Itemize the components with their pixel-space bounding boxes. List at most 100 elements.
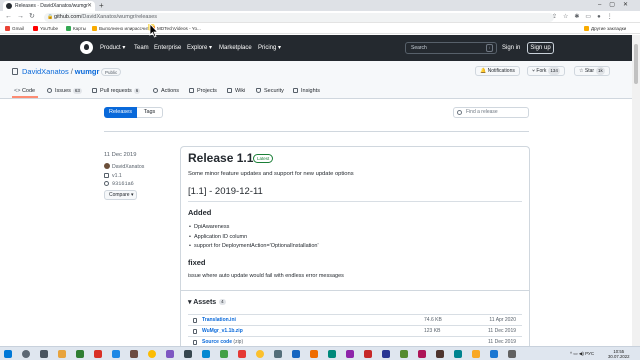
- repo-name-link[interactable]: wumgr: [75, 67, 100, 76]
- bookmark-folder[interactable]: Выполнено илирассчит...: [92, 23, 152, 34]
- start-icon[interactable]: [4, 350, 12, 358]
- repo-owner-link[interactable]: DavidXanatos: [22, 67, 69, 76]
- nav-explore[interactable]: Explore ▾: [187, 35, 212, 61]
- chrome-icon[interactable]: [148, 350, 156, 358]
- app-icon[interactable]: [220, 350, 228, 358]
- extension-icons[interactable]: ⇪☆✱▭●⋮: [552, 11, 619, 23]
- back-icon[interactable]: ←: [5, 11, 12, 23]
- app-icon[interactable]: [166, 350, 174, 358]
- nav-product[interactable]: Product ▾: [100, 35, 125, 61]
- reload-icon[interactable]: ↻: [29, 11, 35, 23]
- code-icon: <>: [14, 88, 22, 94]
- app-icon[interactable]: [490, 350, 498, 358]
- compare-button[interactable]: Compare ▾: [104, 190, 137, 200]
- window-controls[interactable]: –▢✕: [598, 0, 636, 11]
- issue-icon: [47, 88, 52, 93]
- app-icon[interactable]: [274, 350, 282, 358]
- app-icon[interactable]: [346, 350, 354, 358]
- mouse-cursor-icon: [148, 24, 159, 38]
- app-icon[interactable]: [310, 350, 318, 358]
- tags-button[interactable]: Tags: [137, 107, 163, 118]
- bookmark-maps[interactable]: Карты: [66, 23, 86, 34]
- release-title[interactable]: Release 1.1: [188, 151, 253, 165]
- asset-format: (zip): [233, 339, 244, 345]
- app-icon[interactable]: [400, 350, 408, 358]
- close-tab-icon[interactable]: ✕: [87, 1, 92, 11]
- nav-marketplace[interactable]: Marketplace: [219, 35, 252, 61]
- terminal-icon[interactable]: [184, 350, 192, 358]
- forward-icon[interactable]: →: [17, 11, 24, 23]
- tab-insights[interactable]: Insights: [293, 85, 320, 97]
- bookmark-gmail[interactable]: Gmail: [5, 23, 24, 34]
- bookmark-other[interactable]: Другие закладки: [584, 23, 626, 34]
- assets-toggle[interactable]: ▾ Assets 4: [188, 298, 226, 306]
- app-icon[interactable]: [454, 350, 462, 358]
- fork-button[interactable]: ⑂ Fork 134: [527, 66, 565, 76]
- fixed-heading: fixed: [188, 258, 206, 267]
- asset-row[interactable]: WuMgr_v1.1b.zip 123 KB 11 Dec 2019: [188, 325, 522, 335]
- release-notes-heading: [1.1] - 2019-12-11: [188, 186, 263, 197]
- app-icon[interactable]: [328, 350, 336, 358]
- find-release-input[interactable]: Find a release: [453, 107, 529, 118]
- github-logo-icon[interactable]: [80, 41, 93, 54]
- scrollbar-thumb[interactable]: [634, 44, 638, 84]
- clock[interactable]: 10:55 30.07.2022: [608, 349, 630, 359]
- tab-projects[interactable]: Projects: [189, 85, 217, 97]
- app-icon[interactable]: [94, 350, 102, 358]
- task-view-icon[interactable]: [40, 350, 48, 358]
- sign-in-link[interactable]: Sign in: [502, 35, 520, 61]
- repo-separator: /: [70, 67, 73, 76]
- app-icon[interactable]: [418, 350, 426, 358]
- graph-icon: [293, 88, 298, 93]
- app-icon[interactable]: [130, 350, 138, 358]
- asset-row[interactable]: Source code (zip) 11 Dec 2019: [188, 336, 522, 346]
- search-shortcut-key: /: [486, 44, 493, 52]
- new-tab-button[interactable]: +: [99, 0, 104, 11]
- sign-up-button[interactable]: Sign up: [527, 42, 554, 54]
- tab-wiki[interactable]: Wiki: [227, 85, 245, 97]
- asset-name[interactable]: WuMgr_v1.1b.zip: [202, 326, 243, 336]
- search-placeholder: Search: [411, 45, 427, 51]
- app-icon[interactable]: [364, 350, 372, 358]
- nav-enterprise[interactable]: Enterprise: [154, 35, 181, 61]
- app-icon[interactable]: [76, 350, 84, 358]
- language-indicator[interactable]: РУС: [585, 351, 594, 356]
- app-icon[interactable]: [292, 350, 300, 358]
- tab-issues[interactable]: Issues 63: [47, 85, 82, 97]
- release-author[interactable]: DavidXanatos: [104, 163, 144, 170]
- search-icon[interactable]: [22, 350, 30, 358]
- release-tag[interactable]: v1.1: [104, 173, 122, 179]
- search-icon: [457, 110, 462, 115]
- url-path: /DavidXanatos/wumgr/releases: [80, 14, 158, 20]
- app-icon[interactable]: [202, 350, 210, 358]
- file-explorer-icon[interactable]: [58, 350, 66, 358]
- app-icon[interactable]: [238, 350, 246, 358]
- tab-pull-requests[interactable]: Pull requests 6: [92, 85, 141, 97]
- asset-size: 123 KB: [424, 328, 441, 334]
- release-commit[interactable]: 93161a6: [104, 181, 134, 187]
- app-icon[interactable]: [472, 350, 480, 358]
- tab-security[interactable]: Security: [256, 85, 284, 97]
- address-bar[interactable]: 🔒 github.com/DavidXanatos/wumgr/releases: [44, 13, 554, 22]
- notifications-button[interactable]: 🔔 Notifications: [475, 66, 520, 76]
- search-input[interactable]: Search /: [405, 42, 497, 54]
- app-icon[interactable]: [382, 350, 390, 358]
- app-icon[interactable]: [508, 350, 516, 358]
- repo-icon: [12, 68, 18, 75]
- app-icon[interactable]: [436, 350, 444, 358]
- clock-date: 30.07.2022: [608, 354, 630, 359]
- system-tray[interactable]: ^ ▭ ◀) РУС: [570, 347, 594, 361]
- app-icon[interactable]: [112, 350, 120, 358]
- browser-tab[interactable]: Releases · DavidXanatos/wumgr ✕: [3, 1, 95, 11]
- tab-actions[interactable]: Actions: [153, 85, 179, 97]
- nav-team[interactable]: Team: [134, 35, 149, 61]
- asset-row[interactable]: Translation.ini 74.6 KB 11 Apr 2020: [188, 314, 522, 324]
- asset-name[interactable]: Translation.ini: [202, 315, 236, 325]
- folder-icon: [92, 26, 97, 31]
- nav-pricing[interactable]: Pricing ▾: [258, 35, 281, 61]
- bookmark-youtube[interactable]: YouTube: [33, 23, 58, 34]
- star-button[interactable]: ☆ Star 1k: [574, 66, 610, 76]
- releases-button[interactable]: Releases: [104, 107, 137, 118]
- repo-header: DavidXanatos / wumgr Public 🔔 Notification…: [0, 61, 632, 99]
- chrome-icon[interactable]: [256, 350, 264, 358]
